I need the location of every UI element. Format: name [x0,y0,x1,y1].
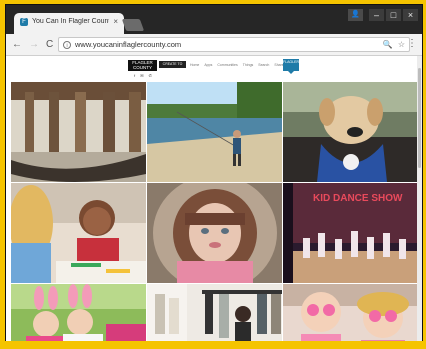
photo-girls-bunny-ears[interactable] [11,284,146,346]
site-logo[interactable]: FLAGLER COUNTY [128,60,157,71]
favicon-icon: F [20,18,28,26]
site-nav-link[interactable]: Things [243,63,254,67]
tab-active[interactable]: F You Can In Flagler County × [14,13,124,34]
header-cta-button[interactable]: CREATE TO CONF [159,61,186,73]
zoom-icon[interactable]: 🔍 [383,40,393,49]
browser-toolbar: ← → C i www.youcaninflaglercounty.com 🔍 … [6,34,422,56]
page-scrollbar[interactable] [417,56,422,346]
social-icons[interactable]: f ✉ ✆ [134,73,154,78]
dance-show-text: KID DANCE SHOW [313,193,403,204]
photo-girls-heart-glasses[interactable] [283,284,420,346]
photo-girl-fur-hood[interactable] [147,183,282,283]
profile-icon[interactable]: 👤 [348,9,363,21]
back-button[interactable]: ← [12,39,22,50]
window-controls: 👤 – □ × [348,9,418,21]
photo-boy-fishing[interactable] [147,82,282,182]
site-info-icon[interactable]: i [63,40,71,49]
site-nav-link[interactable]: Home [190,63,199,67]
tab-close-icon[interactable]: × [113,17,118,26]
scrollbar-thumb[interactable] [418,68,421,168]
photo-pier-hammock[interactable] [11,82,146,182]
flagler-badge[interactable]: FLAGLER [283,59,299,74]
web-page: FLAGLER COUNTY f ✉ ✆ CREATE TO CONF Home… [6,56,422,346]
maximize-button[interactable]: □ [386,9,401,21]
site-nav-link[interactable]: Apps [204,63,212,67]
tab-title: You Can In Flagler County [32,18,110,25]
reload-button[interactable]: C [46,39,53,50]
title-bar: F You Can In Flagler County × 👤 – □ × [6,5,422,34]
desktop-strip [0,341,426,349]
browser-menu-icon[interactable]: ⋮ [407,38,417,49]
photo-girl-crafts[interactable] [11,183,146,283]
close-window-button[interactable]: × [403,9,418,21]
photo-dog-car[interactable] [283,82,420,182]
nav-buttons: ← → C [12,39,53,50]
photo-clothing-boutique[interactable] [147,284,282,346]
address-bar[interactable]: i www.youcaninflaglercounty.com 🔍 ☆ [58,37,410,52]
site-header: FLAGLER COUNTY f ✉ ✆ CREATE TO CONF Home… [6,56,422,82]
site-nav-link[interactable]: Search [258,63,269,67]
bookmark-star-icon[interactable]: ☆ [398,40,405,49]
forward-button[interactable]: → [29,39,39,50]
photo-kid-dance-show[interactable]: KID DANCE SHOW [283,183,420,283]
site-nav: Home Apps Communities Things Search Shar… [190,63,284,67]
url-text[interactable]: www.youcaninflaglercounty.com [75,40,378,49]
minimize-button[interactable]: – [369,9,384,21]
site-nav-link[interactable]: Communities [217,63,237,67]
new-tab-button[interactable] [121,19,145,31]
browser-window: F You Can In Flagler County × 👤 – □ × ← … [5,4,423,346]
